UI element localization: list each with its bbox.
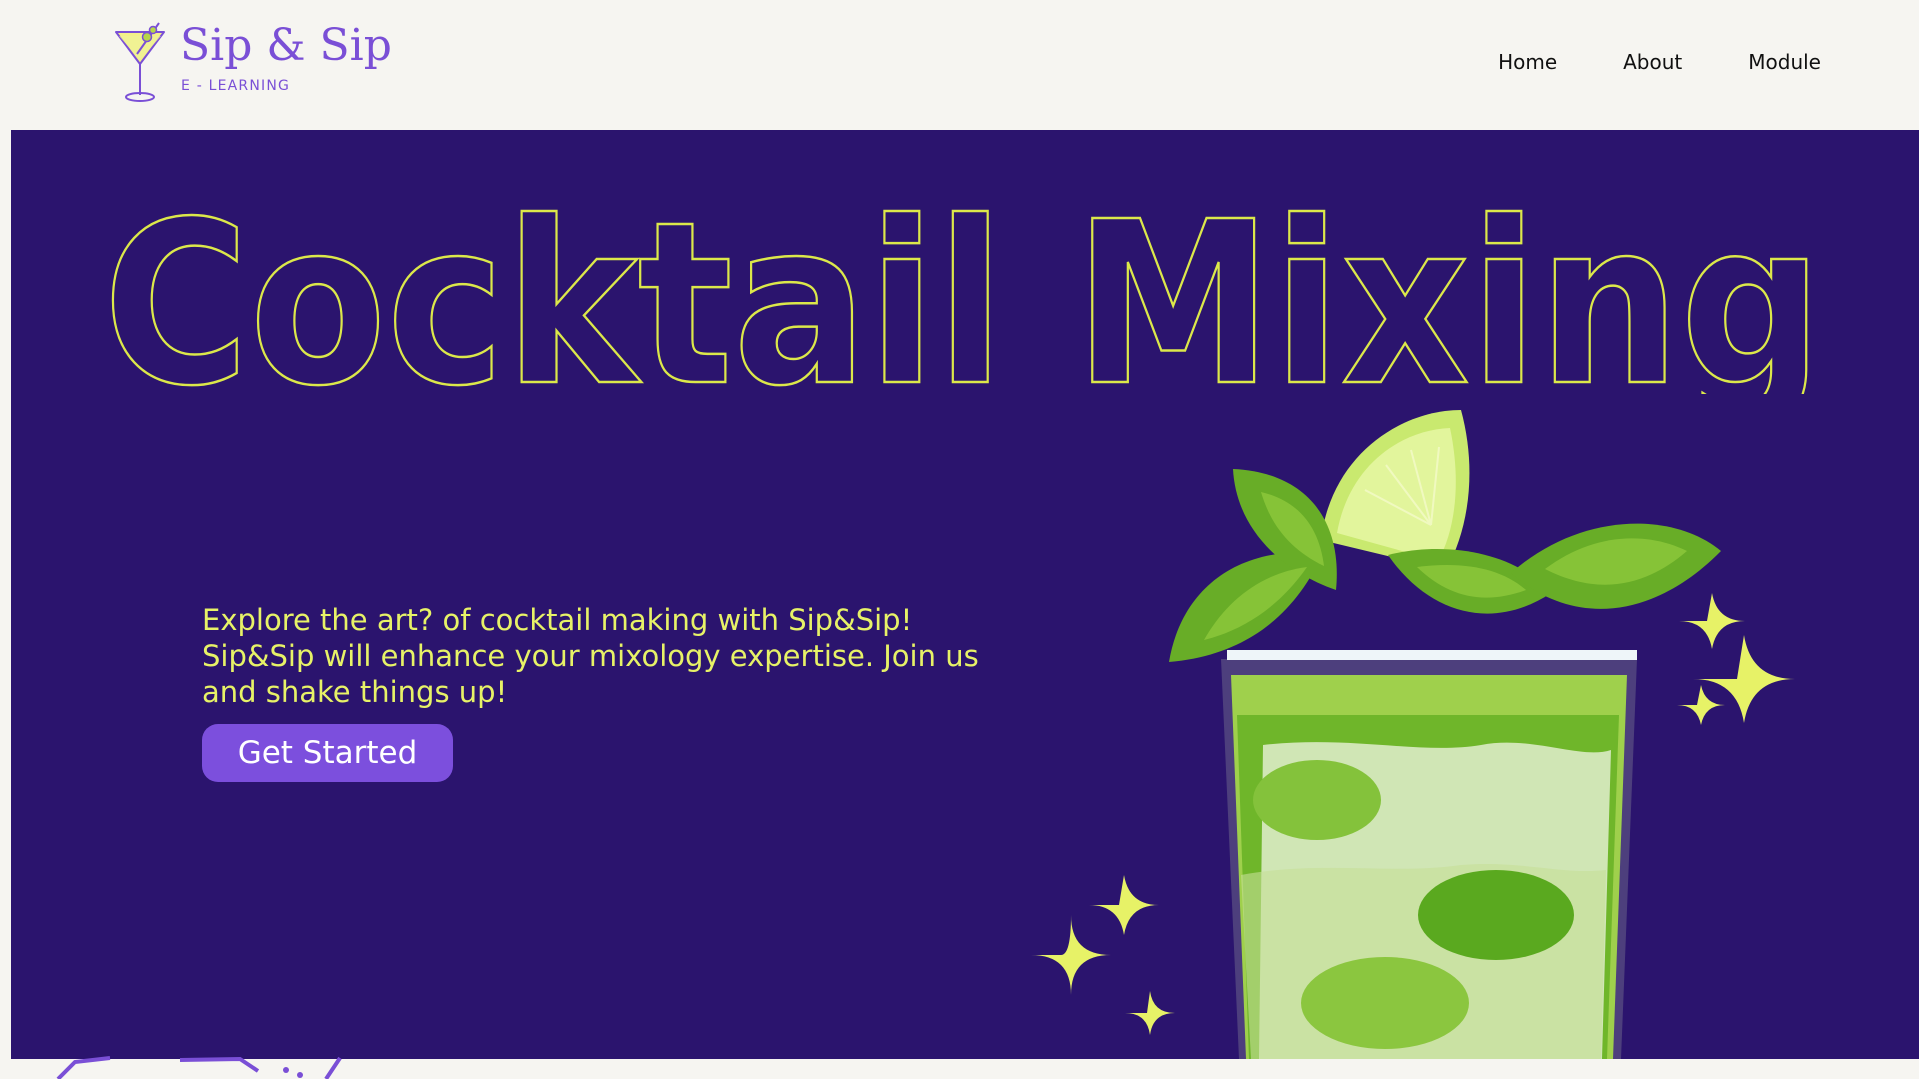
main-nav: Home About Module xyxy=(1498,50,1821,74)
hero-section: Cocktail Mixing Explore the art? of cock… xyxy=(11,130,1919,1059)
hero-description: Explore the art? of cocktail making with… xyxy=(202,603,979,709)
decorative-shaker-icon xyxy=(56,1056,342,1079)
nav-home[interactable]: Home xyxy=(1498,50,1557,74)
nav-module[interactable]: Module xyxy=(1748,50,1821,74)
site-header: Sip & Sip E - LEARNING Home About Module xyxy=(11,0,1919,130)
brand-subtitle: E - LEARNING xyxy=(181,78,291,94)
mojito-drink-image xyxy=(1031,410,1795,1059)
cocktail-logo-icon xyxy=(115,22,165,102)
brand-logo[interactable]: Sip & Sip E - LEARNING xyxy=(111,18,392,108)
nav-about[interactable]: About xyxy=(1623,50,1682,74)
brand-name: Sip & Sip xyxy=(180,20,392,71)
get-started-button[interactable]: Get Started xyxy=(202,724,453,782)
